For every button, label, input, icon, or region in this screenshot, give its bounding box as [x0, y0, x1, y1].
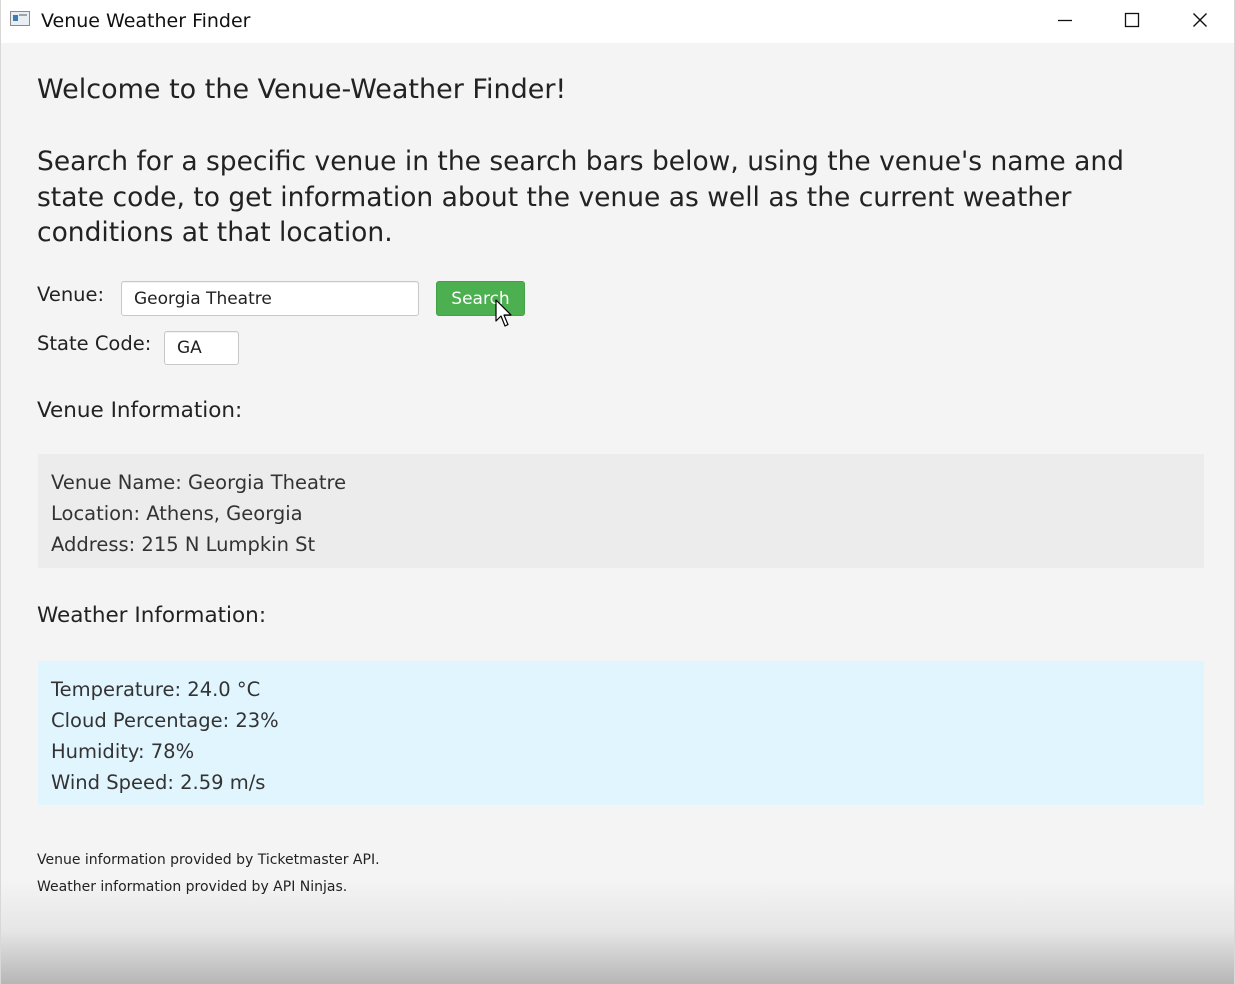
welcome-heading: Welcome to the Venue-Weather Finder! — [37, 74, 567, 105]
venue-label: Venue: — [37, 283, 105, 306]
venue-location-line: Location: Athens, Georgia — [51, 502, 303, 525]
close-icon — [1193, 13, 1207, 27]
venue-info-title: Venue Information: — [37, 398, 243, 423]
venue-address-line: Address: 215 N Lumpkin St — [51, 533, 316, 556]
venue-input[interactable] — [121, 281, 419, 316]
temperature-line: Temperature: 24.0 °C — [51, 678, 261, 701]
maximize-icon — [1124, 12, 1140, 28]
venue-credit-text: Venue information provided by Ticketmast… — [37, 852, 380, 868]
title-bar[interactable]: Venue Weather Finder — [1, 0, 1234, 43]
minimize-icon — [1058, 19, 1072, 22]
state-code-input[interactable] — [164, 331, 239, 365]
venue-name-line: Venue Name: Georgia Theatre — [51, 471, 347, 494]
weather-credit-text: Weather information provided by API Ninj… — [37, 879, 348, 895]
weather-info-panel: Temperature: 24.0 °C Cloud Percentage: 2… — [38, 661, 1204, 805]
wind-speed-line: Wind Speed: 2.59 m/s — [51, 771, 266, 794]
humidity-line: Humidity: 78% — [51, 740, 195, 763]
maximize-button[interactable] — [1099, 0, 1165, 40]
close-button[interactable] — [1167, 0, 1233, 40]
weather-info-title: Weather Information: — [37, 603, 267, 628]
minimize-button[interactable] — [1032, 0, 1098, 40]
cloud-percentage-line: Cloud Percentage: 23% — [51, 709, 279, 732]
app-window: Venue Weather Finder Welcome to the Venu… — [0, 0, 1235, 984]
app-window-icon — [10, 11, 30, 26]
window-title: Venue Weather Finder — [41, 10, 251, 32]
venue-info-panel: Venue Name: Georgia Theatre Location: At… — [38, 454, 1204, 568]
mouse-pointer-icon — [495, 299, 512, 327]
intro-text: Search for a specific venue in the searc… — [37, 146, 1124, 248]
state-code-label: State Code: — [37, 332, 152, 355]
